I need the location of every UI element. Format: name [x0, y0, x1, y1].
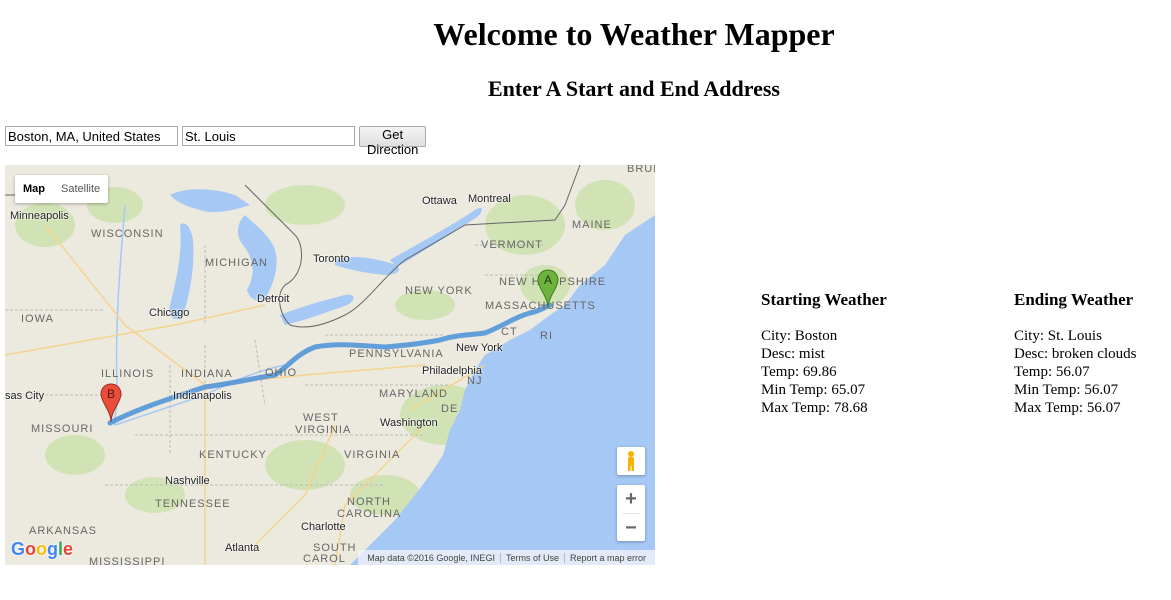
map-label-nj: NJ: [467, 375, 483, 387]
map-label-new-york-state: NEW YORK: [405, 285, 473, 297]
map-type-map-button[interactable]: Map: [15, 175, 53, 203]
page-title: Welcome to Weather Mapper: [433, 16, 835, 52]
map-label-mississippi: MISSISSIPPI: [89, 556, 166, 565]
map-label-north-carolina-1: NORTH: [347, 496, 391, 508]
marker-b[interactable]: B: [100, 383, 122, 423]
ending-desc: Desc: broken clouds: [1014, 346, 1137, 362]
map-label-iowa: IOWA: [21, 313, 54, 325]
map-label-virginia: VIRGINIA: [344, 449, 401, 461]
map-label-kentucky: KENTUCKY: [199, 449, 267, 461]
map-footer: Map data ©2016 Google, INEGI Terms of Us…: [358, 550, 655, 565]
zoom-out-button[interactable]: −: [617, 514, 645, 542]
google-logo[interactable]: Google: [11, 539, 73, 560]
map-label-ct: CT: [501, 326, 518, 338]
map-label-arkansas: ARKANSAS: [29, 525, 97, 537]
map-label-tennessee: TENNESSEE: [155, 498, 231, 510]
map-label-kansas-city: sas City: [5, 390, 45, 402]
map-pin-icon: A: [537, 269, 559, 309]
ending-weather-heading: Ending Weather: [1014, 290, 1134, 309]
map-label-illinois: ILLINOIS: [101, 368, 155, 380]
ending-temp: Temp: 56.07: [1014, 364, 1090, 380]
zoom-in-button[interactable]: +: [617, 485, 645, 513]
map-label-new-york-city: New York: [456, 342, 503, 354]
map-label-vermont: VERMONT: [481, 239, 543, 251]
map-label-north-carolina-2: CAROLINA: [337, 508, 402, 520]
ending-weather-panel: Ending Weather City: St. Louis Desc: bro…: [1014, 290, 1136, 417]
map-label-wisconsin: WISCONSIN: [91, 228, 164, 240]
map-terrain: [5, 165, 655, 565]
ending-city: City: St. Louis: [1014, 328, 1102, 344]
map-label-indiana: INDIANA: [181, 368, 233, 380]
map-label-indianapolis: Indianapolis: [173, 390, 232, 402]
marker-a-label: A: [544, 273, 552, 287]
get-direction-button[interactable]: Get Direction: [359, 126, 427, 157]
map-label-chicago: Chicago: [149, 307, 190, 319]
map-label-maine: MAINE: [572, 219, 612, 231]
map-label-montreal: Montreal: [468, 193, 511, 205]
starting-city: City: Boston: [761, 328, 838, 344]
page-subtitle: Enter A Start and End Address: [488, 76, 780, 101]
ending-min-temp: Min Temp: 56.07: [1014, 382, 1119, 398]
starting-weather-panel: Starting Weather City: Boston Desc: mist…: [761, 290, 887, 417]
starting-weather-heading: Starting Weather: [761, 290, 887, 309]
map-label-ri: RI: [540, 330, 553, 342]
starting-min-temp: Min Temp: 65.07: [761, 382, 866, 398]
starting-max-temp: Max Temp: 78.68: [761, 400, 868, 416]
zoom-control: + −: [617, 485, 645, 541]
map-label-de: DE: [441, 403, 459, 415]
map-label-minneapolis: Minneapolis: [10, 210, 69, 222]
map-label-michigan: MICHIGAN: [205, 257, 268, 269]
starting-temp: Temp: 69.86: [761, 364, 837, 380]
marker-b-label: B: [107, 387, 115, 401]
ending-max-temp: Max Temp: 56.07: [1014, 400, 1121, 416]
map-label-west-virginia-1: WEST: [303, 412, 339, 424]
map-type-satellite-button[interactable]: Satellite: [53, 175, 108, 203]
starting-desc: Desc: mist: [761, 346, 825, 362]
marker-a[interactable]: A: [537, 269, 559, 309]
map-type-control: Map Satellite: [15, 175, 109, 203]
map-label-detroit: Detroit: [257, 293, 290, 305]
map-label-maryland: MARYLAND: [379, 388, 448, 400]
map-label-charlotte: Charlotte: [301, 521, 346, 533]
map-label-south-carolina-2: CAROL: [303, 553, 346, 565]
map-label-west-virginia-2: VIRGINIA: [295, 424, 352, 436]
map-label-missouri: MISSOURI: [31, 423, 94, 435]
map-label-toronto: Toronto: [313, 253, 350, 265]
map-attribution: Map data ©2016 Google, INEGI: [367, 552, 495, 563]
street-view-pegman[interactable]: [617, 447, 645, 475]
report-map-error-link[interactable]: Report a map error: [563, 552, 651, 563]
map-label-atlanta: Atlanta: [225, 542, 260, 554]
map-label-washington: Washington: [380, 417, 438, 429]
map-pin-icon: B: [100, 383, 122, 423]
start-address-input[interactable]: [5, 126, 178, 146]
map-label-ohio: OHIO: [265, 367, 298, 379]
map-label-nashville: Nashville: [165, 475, 210, 487]
map-view[interactable]: BRUN Minneapolis WISCONSIN MICHIGAN Otta…: [5, 165, 655, 565]
map-label-pennsylvania: PENNSYLVANIA: [349, 348, 444, 360]
map-label-ottawa: Ottawa: [422, 195, 457, 207]
map-label-brun: BRUN: [627, 165, 655, 175]
terms-of-use-link[interactable]: Terms of Use: [499, 552, 564, 563]
pegman-icon: [628, 451, 634, 471]
end-address-input[interactable]: [182, 126, 355, 146]
